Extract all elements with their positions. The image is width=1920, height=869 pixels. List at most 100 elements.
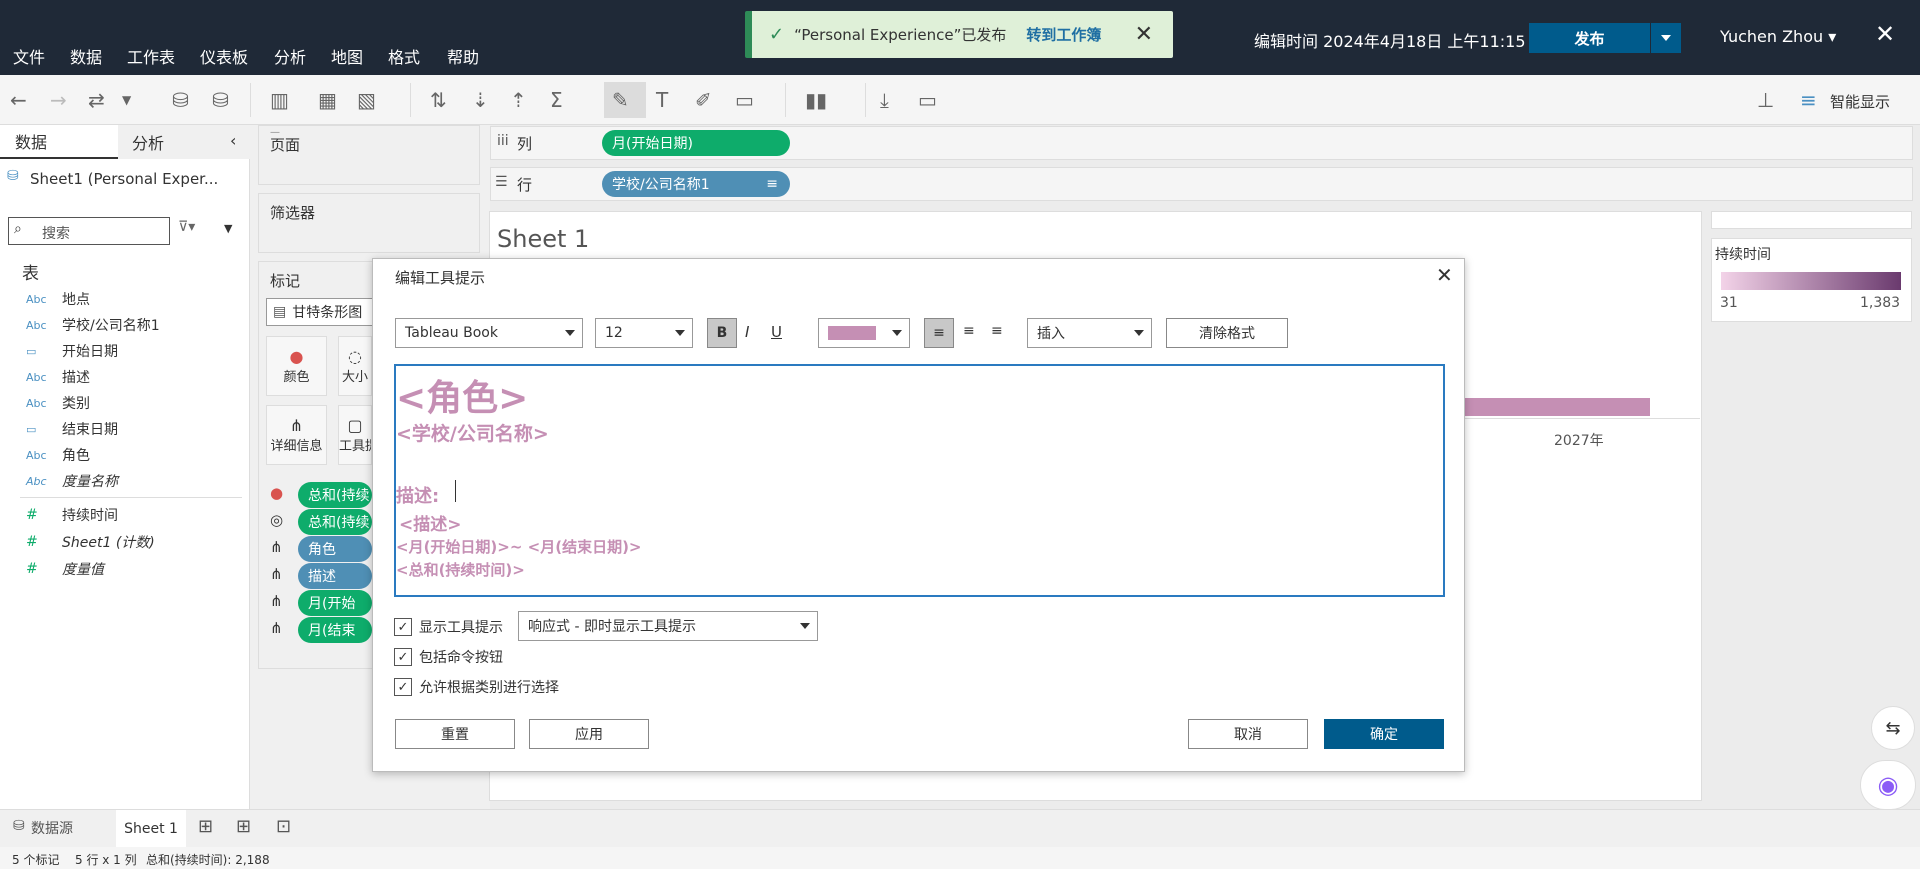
field-item[interactable]: ▭ 结束日期: [26, 419, 118, 439]
menu-data[interactable]: 数据: [70, 44, 102, 68]
measure-item[interactable]: # 度量值: [26, 559, 104, 579]
marks-pill[interactable]: 角色: [298, 536, 372, 562]
insert-select[interactable]: 插入: [1027, 318, 1152, 348]
field-item[interactable]: Abc 度量名称: [26, 471, 118, 491]
bold-button[interactable]: B: [707, 318, 737, 348]
tooltip-editor[interactable]: [394, 364, 1445, 597]
publish-button[interactable]: 发布: [1529, 23, 1650, 53]
include-command-checkbox[interactable]: ✓: [394, 648, 412, 666]
marks-pill[interactable]: 月(开始: [298, 590, 372, 616]
color-button[interactable]: ● 颜色: [266, 336, 327, 396]
swap-icon[interactable]: ⇅: [430, 88, 447, 112]
font-select[interactable]: Tableau Book: [395, 318, 583, 348]
clear-sheet-icon[interactable]: ▧: [357, 88, 376, 112]
italic-button[interactable]: I: [745, 323, 749, 341]
translate-icon[interactable]: ⇆: [1871, 706, 1915, 750]
rows-pill[interactable]: 学校/公司名称1 ≡: [602, 171, 790, 197]
color-select[interactable]: [818, 318, 910, 348]
smart-show-label[interactable]: 智能显示: [1830, 91, 1890, 112]
marks-pill[interactable]: 总和(持续: [298, 509, 372, 535]
marks-pill[interactable]: 描述: [298, 563, 372, 589]
mark-type-select[interactable]: ▤ 甘特条形图: [266, 298, 376, 326]
measure-item[interactable]: # 持续时间: [26, 505, 118, 525]
field-item[interactable]: Abc 角色: [26, 445, 90, 465]
marks-pill[interactable]: 月(结束: [298, 617, 372, 643]
menu-file[interactable]: 文件: [13, 44, 45, 68]
menu-map[interactable]: 地图: [331, 44, 363, 68]
label-icon[interactable]: T: [656, 88, 668, 112]
close-icon[interactable]: ✕: [1436, 263, 1453, 287]
sheet-tab[interactable]: Sheet 1: [116, 810, 186, 847]
filter-icon[interactable]: ⊽▾: [178, 219, 195, 235]
tooltip-button[interactable]: ▢ 工具提示: [338, 405, 372, 465]
presentation-icon[interactable]: ▭: [918, 88, 937, 112]
new-sheet-icon[interactable]: ▥: [270, 88, 289, 112]
sort-asc-icon[interactable]: ⇣: [472, 88, 489, 112]
undo-icon[interactable]: ←: [10, 88, 27, 112]
menu-analysis[interactable]: 分析: [274, 44, 306, 68]
measure-item[interactable]: # Sheet1 (计数): [26, 532, 155, 552]
pause-update-icon[interactable]: ⛁: [212, 88, 229, 112]
gantt-bar[interactable]: [1465, 398, 1650, 416]
menu-format[interactable]: 格式: [388, 44, 420, 68]
menu-dashboard[interactable]: 仪表板: [200, 44, 248, 68]
new-story-icon[interactable]: ⊡: [276, 816, 291, 837]
publish-dropdown[interactable]: [1651, 23, 1681, 53]
download-icon[interactable]: ⤓: [880, 88, 889, 112]
field-item[interactable]: Abc 学校/公司名称1: [26, 315, 160, 335]
ok-button[interactable]: 确定: [1324, 719, 1444, 749]
sort-icon[interactable]: ≡: [766, 176, 778, 192]
menu-worksheet[interactable]: 工作表: [127, 44, 175, 68]
align-center-button[interactable]: ≡: [963, 323, 975, 339]
menu-help[interactable]: 帮助: [447, 44, 479, 68]
rows-label: 行: [517, 176, 533, 194]
reset-button[interactable]: 重置: [395, 719, 515, 749]
field-item[interactable]: Abc 地点: [26, 289, 90, 309]
cancel-button[interactable]: 取消: [1188, 719, 1308, 749]
sort-desc-icon[interactable]: ⇡: [510, 88, 527, 112]
tab-data[interactable]: 数据: [0, 125, 118, 159]
underline-button[interactable]: U: [771, 323, 782, 341]
filters-title: 筛选器: [270, 204, 316, 222]
columns-pill[interactable]: 月(开始日期): [602, 130, 790, 156]
show-tooltip-checkbox[interactable]: ✓: [394, 618, 412, 636]
clear-format-button[interactable]: 清除格式: [1166, 318, 1288, 348]
size-button[interactable]: ◌ 大小: [338, 336, 372, 396]
marks-pill[interactable]: 总和(持续: [298, 482, 372, 508]
duplicate-sheet-icon[interactable]: ▦: [318, 88, 337, 112]
redo-icon[interactable]: →: [50, 88, 67, 112]
fit-icon[interactable]: ▭: [735, 88, 754, 112]
size-select[interactable]: 12: [595, 318, 693, 348]
chevron-down-icon[interactable]: ▼: [122, 88, 131, 112]
close-window-icon[interactable]: ✕: [1875, 20, 1895, 48]
new-datasource-icon[interactable]: ⛁: [172, 88, 189, 112]
field-item[interactable]: Abc 描述: [26, 367, 90, 387]
new-dashboard-icon[interactable]: ⊞: [236, 816, 251, 837]
goto-workbook-link[interactable]: 转到工作簿: [1026, 24, 1101, 45]
apply-button[interactable]: 应用: [529, 719, 649, 749]
field-item[interactable]: Abc 类别: [26, 393, 90, 413]
ai-assistant-icon[interactable]: ◉: [1860, 760, 1916, 810]
totals-icon[interactable]: Σ: [550, 88, 563, 112]
close-icon[interactable]: ✕: [1135, 22, 1153, 47]
new-sheet-icon[interactable]: ⊞: [198, 816, 213, 837]
datasource-tab[interactable]: 数据源: [31, 818, 73, 838]
smart-show-icon[interactable]: ≡: [1800, 88, 1817, 112]
detail-button[interactable]: ⋔ 详细信息: [266, 405, 327, 465]
user-menu[interactable]: Yuchen Zhou ▾: [1720, 27, 1836, 46]
replay-icon[interactable]: ⇄: [88, 88, 105, 112]
chevron-down-icon[interactable]: ▼: [224, 222, 232, 235]
legend-title: 持续时间: [1715, 247, 1771, 263]
show-labels-icon[interactable]: ▮▮: [805, 88, 827, 112]
search-input[interactable]: ⌕ 搜索: [8, 217, 170, 245]
collapse-icon[interactable]: —: [270, 127, 280, 138]
tooltip-mode-select[interactable]: 响应式 - 即时显示工具提示: [518, 611, 818, 641]
collapse-icon[interactable]: ‹: [230, 131, 236, 150]
align-left-button[interactable]: ≡: [924, 318, 954, 348]
datasource-name[interactable]: Sheet1 (Personal Exper...: [30, 170, 218, 188]
align-right-button[interactable]: ≡: [991, 323, 1003, 339]
format-icon[interactable]: ✐: [695, 88, 712, 112]
allow-select-checkbox[interactable]: ✓: [394, 678, 412, 696]
field-item[interactable]: ▭ 开始日期: [26, 341, 118, 361]
pin-icon[interactable]: ⊥: [1757, 88, 1774, 112]
